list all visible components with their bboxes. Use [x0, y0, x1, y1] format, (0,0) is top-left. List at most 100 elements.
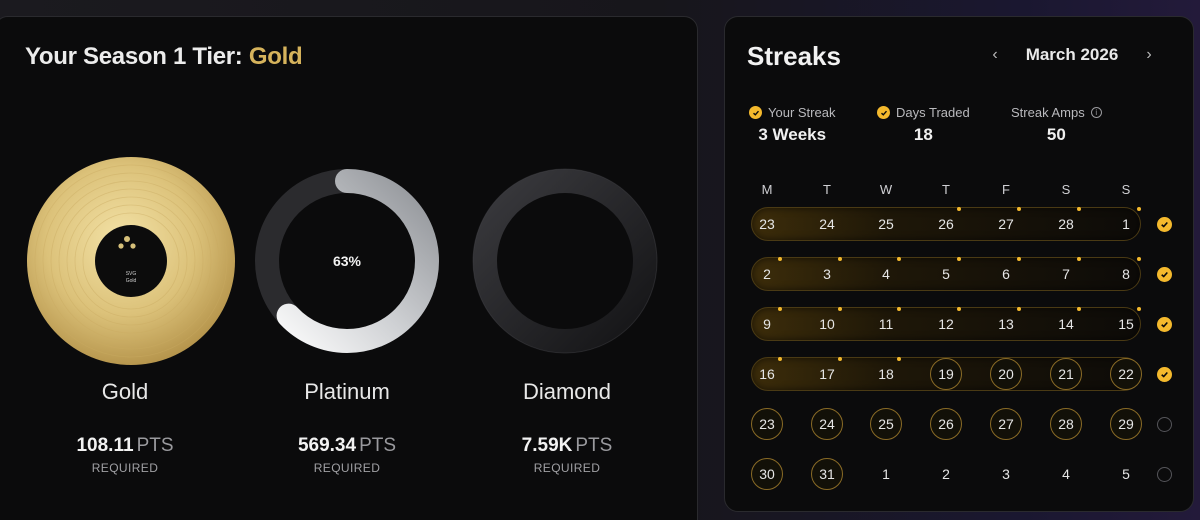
calendar-day[interactable]: 13	[990, 307, 1022, 340]
gold-record-icon: SVG Gold	[27, 157, 247, 377]
calendar-day[interactable]: 23	[751, 408, 783, 440]
calendar-day[interactable]: 4	[1050, 458, 1082, 490]
calendar-day-number: 9	[763, 316, 771, 332]
tier-points: 7.59K PTS	[457, 435, 677, 457]
calendar-day-number: 28	[1058, 416, 1074, 432]
calendar-day[interactable]: 9	[751, 307, 783, 340]
calendar-day[interactable]: 20	[990, 358, 1022, 390]
calendar-day[interactable]: 26	[930, 408, 962, 440]
calendar-day[interactable]: 6	[990, 257, 1022, 290]
calendar-day[interactable]: 22	[1110, 358, 1142, 390]
calendar-day[interactable]: 21	[1050, 358, 1082, 390]
calendar-day[interactable]: 31	[811, 458, 843, 490]
calendar-day-number: 20	[998, 366, 1014, 382]
calendar-day[interactable]: 25	[870, 408, 902, 440]
calendar-day-number: 4	[1062, 466, 1070, 482]
calendar-day[interactable]: 1	[1110, 207, 1142, 240]
season-tier-card: Your Season 1 Tier: Gold SVG Gold Gold 1…	[0, 16, 698, 520]
calendar-day[interactable]: 28	[1050, 207, 1082, 240]
traded-dot-icon	[1017, 307, 1021, 311]
calendar-day-number: 3	[823, 266, 831, 282]
calendar-day[interactable]: 12	[930, 307, 962, 340]
calendar-day[interactable]: 11	[870, 307, 902, 340]
traded-dot-icon	[1077, 207, 1081, 211]
traded-dot-icon	[778, 307, 782, 311]
stat-your-streak: Your Streak 3 Weeks	[749, 105, 835, 145]
tier-diamond: Diamond 7.59K PTS REQUIRED	[463, 17, 683, 497]
calendar-day-number: 21	[1058, 366, 1074, 382]
tier-name: Gold	[101, 379, 149, 404]
calendar-day-number: 23	[759, 416, 775, 432]
calendar-day[interactable]: 19	[930, 358, 962, 390]
calendar-day[interactable]: 3	[990, 458, 1022, 490]
week-pending-circle-icon	[1157, 417, 1172, 432]
stat-value: 18	[913, 125, 933, 144]
calendar-day-number: 27	[998, 416, 1014, 432]
traded-dot-icon	[838, 357, 842, 361]
calendar-day-number: 27	[998, 216, 1014, 232]
calendar-day[interactable]: 18	[870, 357, 902, 390]
tier-points: 108.11 PTS	[15, 435, 235, 457]
calendar-week: 2 3 4 5 6 7 8	[725, 257, 1195, 291]
calendar-day[interactable]: 29	[1110, 408, 1142, 440]
tier-platinum: 63% Platinum 569.34 PTS REQUIRED	[245, 17, 465, 497]
check-icon	[877, 106, 890, 119]
streaks-title: Streaks	[747, 41, 841, 71]
calendar-day-number: 23	[759, 216, 775, 232]
calendar-day[interactable]: 16	[751, 357, 783, 390]
calendar-day[interactable]: 1	[870, 458, 902, 490]
calendar-day-number: 28	[1058, 216, 1074, 232]
traded-dot-icon	[957, 207, 961, 211]
stat-streak-amps: Streak Amps i 50	[1011, 105, 1102, 145]
tier-required-label: REQUIRED	[313, 461, 381, 475]
calendar-day[interactable]: 5	[1110, 458, 1142, 490]
traded-dot-icon	[957, 257, 961, 261]
info-icon[interactable]: i	[1090, 107, 1102, 118]
week-complete-check-icon	[1157, 367, 1172, 382]
calendar-day[interactable]: 27	[990, 408, 1022, 440]
weekday-label: T	[942, 182, 950, 197]
calendar-day-number: 22	[1118, 366, 1134, 382]
calendar-day[interactable]: 5	[930, 257, 962, 290]
traded-dot-icon	[1017, 207, 1021, 211]
chevron-right-icon[interactable]: ›	[1137, 43, 1161, 67]
calendar-day[interactable]: 14	[1050, 307, 1082, 340]
calendar-day-number: 7	[1062, 266, 1070, 282]
calendar-day[interactable]: 4	[870, 257, 902, 290]
calendar-day[interactable]: 25	[870, 208, 902, 240]
traded-dot-icon	[897, 257, 901, 261]
calendar-day-number: 18	[878, 366, 894, 382]
calendar-day[interactable]: 28	[1050, 408, 1082, 440]
calendar-day[interactable]: 24	[811, 208, 843, 240]
calendar-day-number: 26	[938, 416, 954, 432]
weekday-label: T	[823, 182, 831, 197]
traded-dot-icon	[1077, 257, 1081, 261]
calendar-day-number: 15	[1118, 316, 1134, 332]
calendar-day-number: 29	[1118, 416, 1134, 432]
calendar-day-number: 26	[938, 216, 954, 232]
calendar-day[interactable]: 2	[751, 257, 783, 290]
calendar-day[interactable]: 30	[751, 458, 783, 490]
calendar-day[interactable]: 10	[811, 307, 843, 340]
calendar-day[interactable]: 8	[1110, 257, 1142, 290]
calendar-day[interactable]: 7	[1050, 257, 1082, 290]
calendar-day[interactable]: 15	[1110, 307, 1142, 340]
traded-dot-icon	[1077, 307, 1081, 311]
calendar-day[interactable]: 3	[811, 257, 843, 290]
traded-dot-icon	[1137, 207, 1141, 211]
calendar-week: 23 24 25 26 27 28 1	[725, 207, 1195, 241]
platinum-progress-ring: 63%	[245, 157, 465, 377]
traded-dot-icon	[1137, 257, 1141, 261]
calendar-day[interactable]: 26	[930, 207, 962, 240]
chevron-left-icon[interactable]: ‹	[983, 43, 1007, 67]
calendar-day[interactable]: 23	[751, 208, 783, 240]
calendar-day-number: 1	[1122, 216, 1130, 232]
stat-days-traded: Days Traded 18	[877, 105, 970, 145]
calendar-day[interactable]: 2	[930, 458, 962, 490]
calendar-day-number: 1	[882, 466, 890, 482]
calendar-day[interactable]: 27	[990, 207, 1022, 240]
calendar-day-number: 6	[1002, 266, 1010, 282]
calendar-day[interactable]: 17	[811, 357, 843, 390]
weekday-header: MTWTFSS	[725, 182, 1195, 200]
calendar-day[interactable]: 24	[811, 408, 843, 440]
